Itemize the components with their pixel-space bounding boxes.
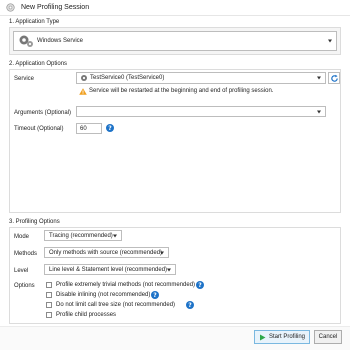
methods-label: Methods xyxy=(14,251,38,257)
section-profiling-options-title: 3. Profiling Options xyxy=(9,219,60,225)
help-icon[interactable]: ? xyxy=(186,301,194,309)
options-label: Options xyxy=(14,283,35,289)
application-type-box: Windows Service xyxy=(9,27,341,55)
application-type-value: Windows Service xyxy=(37,38,84,44)
refresh-button[interactable] xyxy=(328,72,340,84)
help-icon[interactable]: ? xyxy=(196,281,204,289)
start-profiling-button[interactable]: Start Profiling xyxy=(254,330,310,344)
checkbox-row[interactable]: Profile child processes xyxy=(46,312,116,318)
profiling-options-box xyxy=(9,227,341,324)
chevron-down-icon xyxy=(113,234,117,237)
checkbox-row[interactable]: Do not limit call tree size (not recomme… xyxy=(46,302,175,308)
service-label: Service xyxy=(14,76,35,82)
cancel-button[interactable]: Cancel xyxy=(314,330,342,344)
level-select[interactable]: Line level & Statement level (recommende… xyxy=(44,264,176,275)
level-label: Level xyxy=(14,268,29,274)
service-select[interactable]: TestService0 (TestService0) xyxy=(76,72,326,84)
section-application-type-title: 1. Application Type xyxy=(9,19,60,25)
cancel-label: Cancel xyxy=(318,334,338,340)
level-value: Line level & Statement level (recommende… xyxy=(49,266,168,273)
chevron-down-icon xyxy=(167,268,171,271)
timeout-label: Timeout (Optional) xyxy=(14,126,64,132)
window-title: New Profiling Session xyxy=(21,4,90,11)
chevron-down-icon xyxy=(160,251,164,254)
gear-icon xyxy=(19,35,33,47)
methods-select[interactable]: Only methods with source (recommended) xyxy=(44,247,169,258)
mode-select[interactable]: Tracing (recommended) xyxy=(44,230,122,241)
chevron-down-icon xyxy=(317,110,321,113)
application-type-select[interactable]: Windows Service xyxy=(13,31,337,51)
checkbox-row[interactable]: Profile extremely trivial methods (not r… xyxy=(46,282,195,288)
timeout-input[interactable]: 60 xyxy=(76,123,102,134)
title-bar: New Profiling Session xyxy=(0,0,350,16)
service-restart-warning: Service will be restarted at the beginni… xyxy=(89,88,274,94)
timeout-value: 60 xyxy=(80,125,87,132)
checkbox-label: Do not limit call tree size (not recomme… xyxy=(56,302,176,308)
section-application-options-title: 2. Application Options xyxy=(9,61,68,67)
app-logo-icon xyxy=(6,3,15,12)
mode-value: Tracing (recommended) xyxy=(49,232,113,239)
checkbox-label: Profile child processes xyxy=(56,312,117,318)
help-icon[interactable]: ? xyxy=(106,124,114,132)
checkbox[interactable] xyxy=(46,292,52,298)
start-profiling-label: Start Profiling xyxy=(268,334,305,340)
checkbox-row[interactable]: Disable inlining (not recommended) xyxy=(46,292,150,298)
chevron-down-icon xyxy=(317,76,321,80)
arguments-label: Arguments (Optional) xyxy=(14,110,72,116)
methods-value: Only methods with source (recommended) xyxy=(49,249,163,256)
checkbox[interactable] xyxy=(46,312,52,318)
checkbox-label: Profile extremely trivial methods (not r… xyxy=(56,282,196,288)
help-icon[interactable]: ? xyxy=(151,291,159,299)
refresh-icon xyxy=(330,74,338,82)
chevron-down-icon xyxy=(328,39,332,43)
play-icon xyxy=(259,334,266,340)
checkbox[interactable] xyxy=(46,302,52,308)
checkbox-label: Disable inlining (not recommended) xyxy=(56,292,151,298)
warning-icon xyxy=(79,88,87,95)
arguments-input[interactable] xyxy=(76,106,326,117)
service-value: TestService0 (TestService0) xyxy=(90,75,165,81)
checkbox[interactable] xyxy=(46,282,52,288)
gear-icon xyxy=(81,75,87,81)
mode-label: Mode xyxy=(14,234,30,240)
